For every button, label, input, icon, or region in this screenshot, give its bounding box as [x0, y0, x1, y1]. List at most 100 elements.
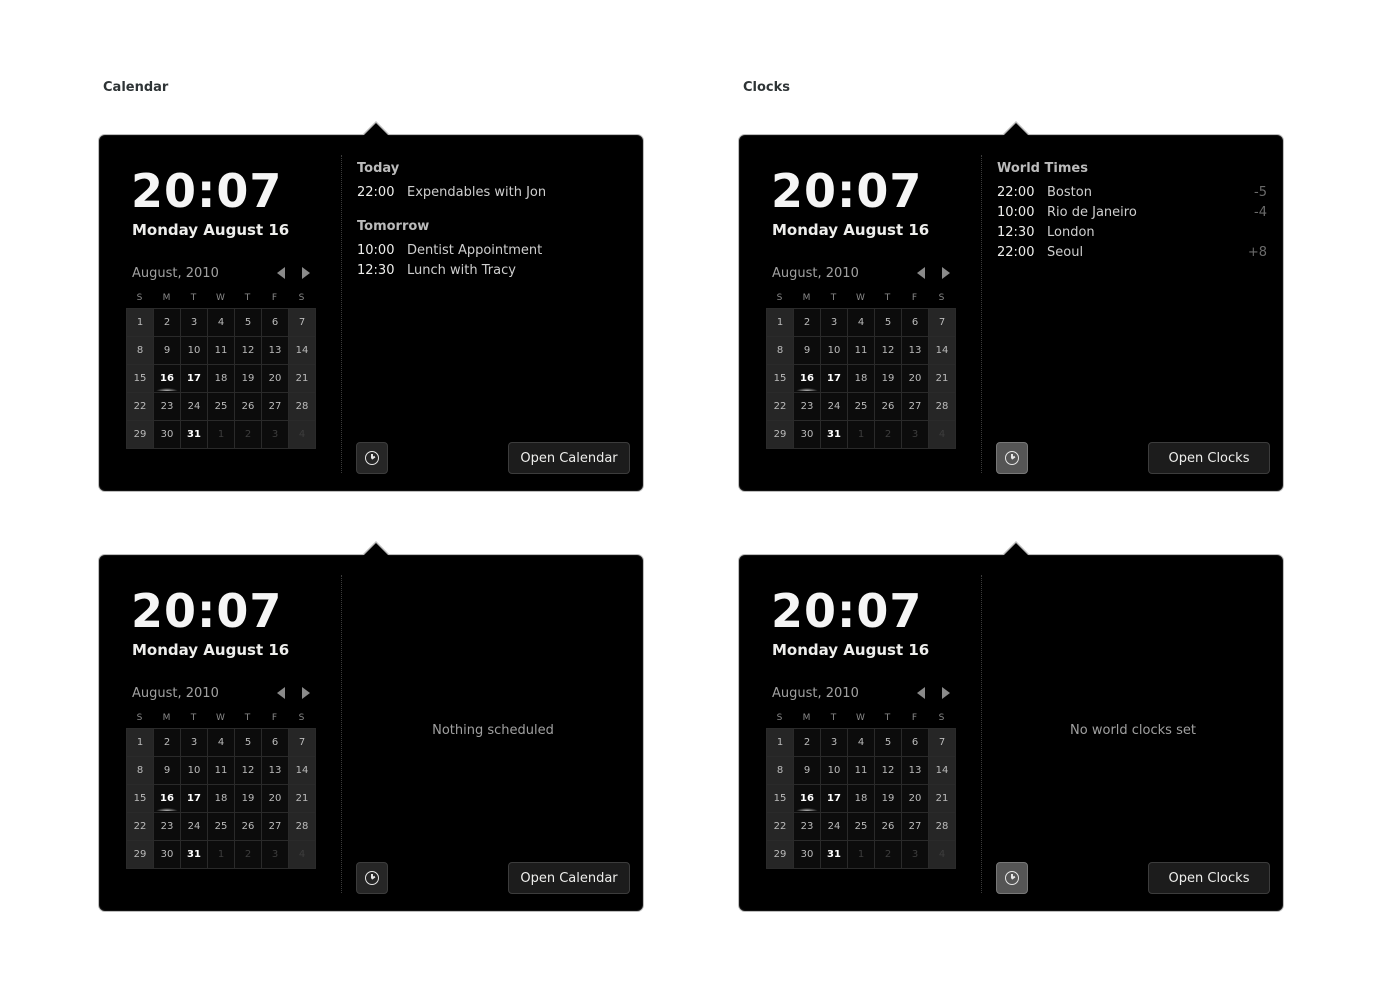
calendar-day[interactable]: 6 [902, 309, 929, 337]
calendar-day[interactable]: 7 [929, 309, 956, 337]
calendar-day[interactable]: 13 [262, 337, 289, 365]
calendar-day[interactable]: 21 [929, 365, 956, 393]
calendar-day[interactable]: 25 [848, 393, 875, 421]
calendar-day[interactable]: 1 [848, 421, 875, 449]
calendar-day[interactable]: 24 [821, 393, 848, 421]
calendar-day[interactable]: 11 [848, 757, 875, 785]
calendar-day[interactable]: 2 [794, 309, 821, 337]
calendar-day[interactable]: 26 [875, 813, 902, 841]
calendar-day[interactable]: 4 [208, 729, 235, 757]
calendar-day[interactable]: 3 [181, 729, 208, 757]
calendar-day[interactable]: 23 [794, 393, 821, 421]
calendar-day[interactable]: 16 [154, 365, 181, 393]
calendar-day[interactable]: 30 [794, 421, 821, 449]
calendar-day[interactable]: 18 [848, 785, 875, 813]
calendar-day[interactable]: 31 [821, 421, 848, 449]
agenda-item[interactable]: 22:00 Expendables with Jon [357, 183, 627, 203]
calendar-day[interactable]: 30 [794, 841, 821, 869]
open-app-button[interactable]: Open Clocks [1148, 442, 1270, 474]
calendar-day[interactable]: 24 [821, 813, 848, 841]
calendar-day[interactable]: 10 [181, 757, 208, 785]
calendar-day[interactable]: 16 [154, 785, 181, 813]
calendar-day[interactable]: 4 [929, 841, 956, 869]
agenda-item[interactable]: 12:30 London [997, 223, 1267, 243]
agenda-item[interactable]: 12:30 Lunch with Tracy [357, 261, 627, 281]
calendar-day[interactable]: 28 [929, 813, 956, 841]
calendar-day[interactable]: 14 [289, 757, 316, 785]
calendar-day[interactable]: 6 [262, 729, 289, 757]
calendar-day[interactable]: 31 [181, 841, 208, 869]
calendar-day[interactable]: 19 [875, 365, 902, 393]
open-app-button[interactable]: Open Calendar [508, 862, 630, 894]
calendar-day[interactable]: 29 [767, 421, 794, 449]
calendar-day[interactable]: 1 [848, 841, 875, 869]
world-clock-toggle-button[interactable] [356, 862, 388, 894]
calendar-day[interactable]: 12 [875, 337, 902, 365]
calendar-day[interactable]: 8 [767, 337, 794, 365]
prev-month-button[interactable] [917, 266, 931, 280]
calendar-day[interactable]: 1 [127, 729, 154, 757]
calendar-day[interactable]: 4 [848, 309, 875, 337]
calendar-day[interactable]: 22 [767, 393, 794, 421]
prev-month-button[interactable] [277, 266, 291, 280]
calendar-day[interactable]: 8 [127, 757, 154, 785]
calendar-day[interactable]: 5 [875, 729, 902, 757]
calendar-day[interactable]: 29 [127, 421, 154, 449]
world-clock-toggle-button[interactable] [356, 442, 388, 474]
calendar-day[interactable]: 17 [821, 365, 848, 393]
calendar-day[interactable]: 27 [262, 393, 289, 421]
calendar-day[interactable]: 9 [794, 757, 821, 785]
calendar-day[interactable]: 2 [235, 421, 262, 449]
calendar-day[interactable]: 14 [289, 337, 316, 365]
calendar-day[interactable]: 15 [127, 365, 154, 393]
calendar-day[interactable]: 27 [262, 813, 289, 841]
calendar-day[interactable]: 3 [262, 841, 289, 869]
calendar-day[interactable]: 31 [821, 841, 848, 869]
calendar-day[interactable]: 4 [289, 421, 316, 449]
calendar-day[interactable]: 4 [289, 841, 316, 869]
calendar-day[interactable]: 23 [154, 393, 181, 421]
calendar-day[interactable]: 8 [767, 757, 794, 785]
calendar-day[interactable]: 15 [127, 785, 154, 813]
agenda-item[interactable]: 22:00 Seoul +8 [997, 243, 1267, 263]
calendar-day[interactable]: 18 [208, 785, 235, 813]
calendar-day[interactable]: 2 [154, 309, 181, 337]
open-app-button[interactable]: Open Calendar [508, 442, 630, 474]
calendar-day[interactable]: 30 [154, 841, 181, 869]
calendar-day[interactable]: 12 [235, 757, 262, 785]
calendar-day[interactable]: 6 [262, 309, 289, 337]
calendar-day[interactable]: 15 [767, 365, 794, 393]
calendar-day[interactable]: 18 [848, 365, 875, 393]
calendar-day[interactable]: 1 [208, 421, 235, 449]
calendar-day[interactable]: 23 [794, 813, 821, 841]
calendar-day[interactable]: 6 [902, 729, 929, 757]
calendar-day[interactable]: 26 [235, 393, 262, 421]
calendar-day[interactable]: 11 [208, 337, 235, 365]
calendar-day[interactable]: 19 [235, 365, 262, 393]
calendar-day[interactable]: 24 [181, 393, 208, 421]
calendar-day[interactable]: 9 [154, 757, 181, 785]
world-clock-toggle-button[interactable] [996, 442, 1028, 474]
calendar-day[interactable]: 25 [208, 813, 235, 841]
calendar-day[interactable]: 28 [929, 393, 956, 421]
calendar-day[interactable]: 3 [821, 309, 848, 337]
calendar-day[interactable]: 16 [794, 785, 821, 813]
calendar-day[interactable]: 13 [902, 337, 929, 365]
calendar-day[interactable]: 21 [929, 785, 956, 813]
calendar-day[interactable]: 25 [208, 393, 235, 421]
calendar-day[interactable]: 4 [848, 729, 875, 757]
calendar-day[interactable]: 25 [848, 813, 875, 841]
next-month-button[interactable] [939, 266, 953, 280]
calendar-day[interactable]: 24 [181, 813, 208, 841]
calendar-day[interactable]: 17 [181, 365, 208, 393]
calendar-day[interactable]: 28 [289, 813, 316, 841]
calendar-day[interactable]: 12 [875, 757, 902, 785]
agenda-item[interactable]: 10:00 Rio de Janeiro -4 [997, 203, 1267, 223]
calendar-day[interactable]: 1 [127, 309, 154, 337]
calendar-day[interactable]: 26 [875, 393, 902, 421]
calendar-day[interactable]: 18 [208, 365, 235, 393]
calendar-day[interactable]: 14 [929, 337, 956, 365]
calendar-day[interactable]: 29 [767, 841, 794, 869]
agenda-item[interactable]: 10:00 Dentist Appointment [357, 241, 627, 261]
calendar-day[interactable]: 27 [902, 393, 929, 421]
